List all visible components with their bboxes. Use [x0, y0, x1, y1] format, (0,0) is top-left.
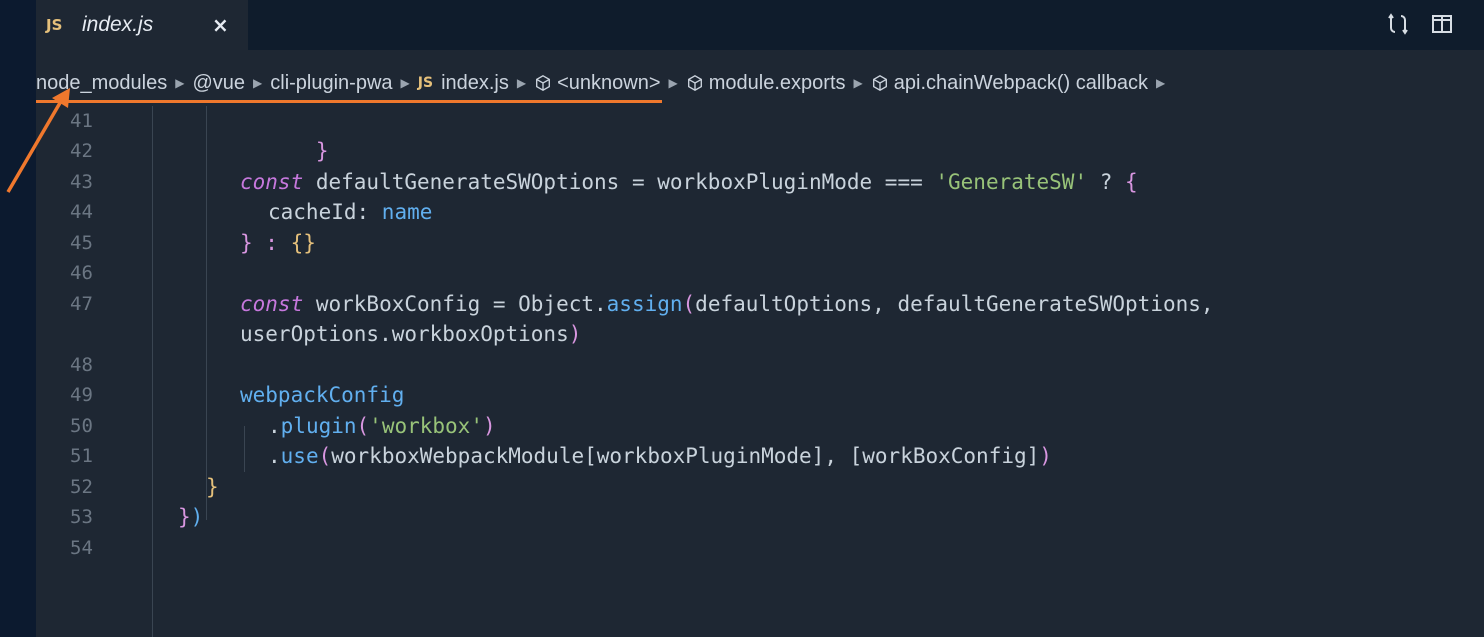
breadcrumb-highlight-underline: [36, 100, 662, 103]
breadcrumb-separator-icon: ▶: [253, 76, 263, 90]
code-line-41: }: [315, 139, 329, 163]
code-line-53: }): [178, 505, 204, 529]
annotation-arrow-icon: [6, 88, 70, 193]
code-line-47: const workBoxConfig = Object.assign(defa…: [240, 292, 1214, 316]
code-line-45: } : {}: [240, 231, 316, 255]
breadcrumb-separator-icon: ▶: [516, 76, 527, 90]
tab-index-js[interactable]: JS index.js ×: [36, 0, 248, 50]
code-line-51: .use(workboxWebpackModule[workboxPluginM…: [268, 444, 1052, 468]
tab-bar: JS index.js ×: [36, 0, 1484, 50]
code-editor: JS index.js × node_modules ▶ @vue ▶ cli-…: [36, 0, 1484, 637]
cube-icon: [872, 75, 887, 91]
breadcrumb-separator-icon: ▶: [1155, 76, 1166, 90]
breadcrumb-index-js[interactable]: JS index.js: [418, 72, 509, 95]
tab-title: index.js: [82, 13, 154, 36]
breadcrumb-module-exports[interactable]: module.exports: [686, 72, 846, 95]
code-line-52: }: [206, 475, 219, 499]
breadcrumb-separator-icon: ▶: [400, 76, 410, 90]
breadcrumb-separator-icon: ▶: [668, 76, 678, 90]
breadcrumb-separator-icon: ▶: [175, 76, 185, 90]
code-line-47-wrap: userOptions.workboxOptions): [240, 322, 582, 346]
open-changes-icon[interactable]: [1386, 12, 1410, 36]
breadcrumb-vue[interactable]: @vue: [192, 72, 245, 95]
cube-icon: [536, 75, 551, 91]
breadcrumb-cli-plugin-pwa[interactable]: cli-plugin-pwa: [270, 72, 392, 95]
breadcrumb: node_modules ▶ @vue ▶ cli-plugin-pwa ▶ J…: [36, 66, 1484, 100]
cube-icon: [687, 75, 702, 91]
code-line-49: webpackConfig: [240, 383, 405, 407]
breadcrumb-chain-webpack[interactable]: api.chainWebpack() callback: [871, 72, 1148, 95]
code-line-43: const defaultGenerateSWOptions = workbox…: [240, 170, 1138, 194]
split-editor-icon[interactable]: [1430, 12, 1454, 36]
code-content[interactable]: } const defaultGenerateSWOptions = workb…: [36, 106, 1484, 637]
breadcrumb-unknown[interactable]: <unknown>: [534, 72, 661, 95]
code-line-50: .plugin('workbox'): [268, 414, 496, 438]
close-icon[interactable]: ×: [212, 13, 229, 37]
breadcrumb-separator-icon: ▶: [853, 76, 863, 90]
js-file-icon: JS: [417, 75, 434, 91]
code-line-44: cacheId: name: [268, 200, 433, 224]
indent-guide: [244, 426, 245, 472]
indent-guide: [206, 106, 207, 520]
indent-guide: [152, 106, 153, 637]
js-file-icon: JS: [46, 16, 63, 34]
